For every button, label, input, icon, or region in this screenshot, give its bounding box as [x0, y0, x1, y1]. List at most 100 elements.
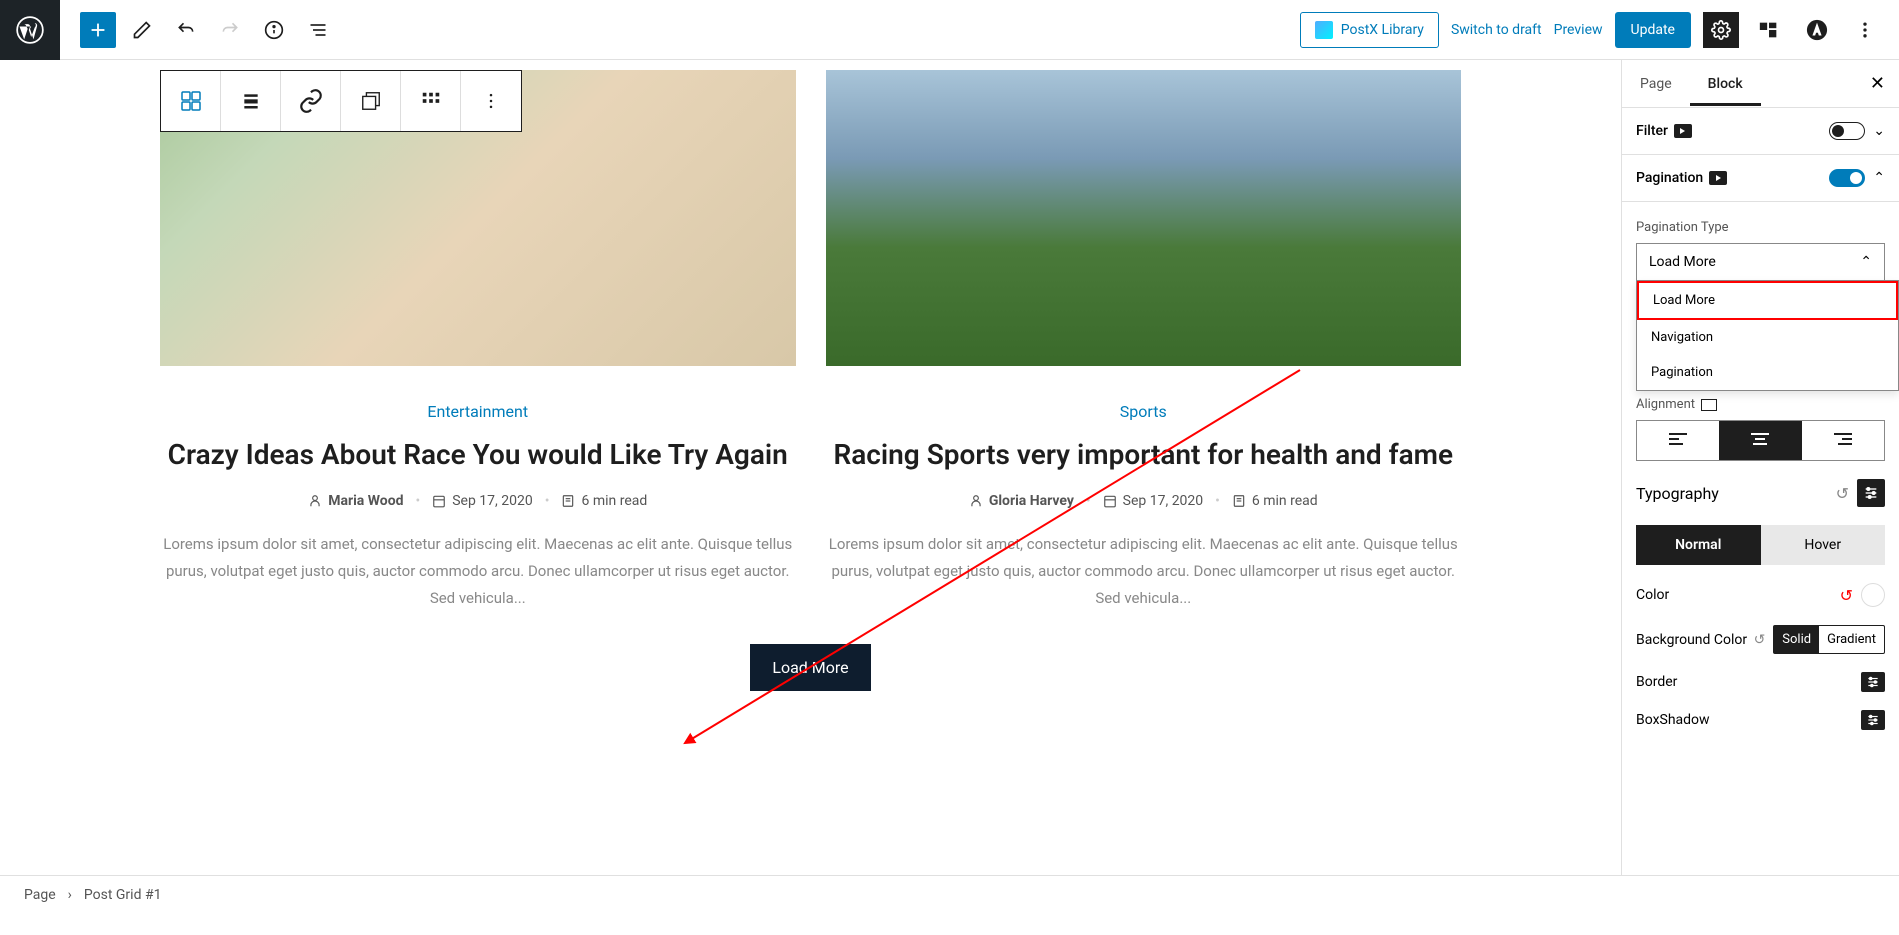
layers-icon[interactable] [341, 71, 401, 131]
more-options-icon[interactable] [461, 71, 521, 131]
undo-icon[interactable] [168, 12, 204, 48]
block-type-icon[interactable] [161, 71, 221, 131]
post-category[interactable]: Entertainment [160, 402, 796, 421]
wordpress-logo[interactable] [0, 0, 60, 60]
author-icon [969, 494, 983, 508]
load-more-button[interactable]: Load More [750, 644, 870, 691]
color-row: Color ↺ [1636, 583, 1885, 607]
calendar-icon [1103, 494, 1117, 508]
settings-icon[interactable] [1703, 12, 1739, 48]
editor-canvas[interactable]: Entertainment Crazy Ideas About Race You… [0, 60, 1621, 875]
bg-solid-button[interactable]: Solid [1774, 626, 1819, 653]
postx-library-button[interactable]: PostX Library [1300, 12, 1439, 48]
post-meta: Gloria Harvey • Sep 17, 2020 • 6 min rea… [826, 493, 1462, 509]
columns-icon[interactable] [401, 71, 461, 131]
color-label: Color [1636, 587, 1669, 603]
calendar-icon [432, 494, 446, 508]
block-toolbar [160, 70, 522, 132]
help-icon[interactable] [1799, 12, 1835, 48]
readtime-icon [561, 494, 575, 508]
info-icon[interactable] [256, 12, 292, 48]
typography-label: Typography [1636, 484, 1719, 503]
state-tabs: Normal Hover [1636, 525, 1885, 565]
post-card: Sports Racing Sports very important for … [826, 70, 1462, 612]
bg-gradient-button[interactable]: Gradient [1819, 626, 1884, 653]
breadcrumb-page[interactable]: Page [24, 887, 56, 903]
sidebar-tabs: Page Block ✕ [1622, 60, 1899, 108]
post-date: Sep 17, 2020 [452, 493, 533, 509]
typography-row: Typography ↺ [1636, 479, 1885, 507]
align-center-button[interactable] [1719, 421, 1801, 460]
redo-icon[interactable] [212, 12, 248, 48]
alignment-control [1636, 420, 1885, 461]
pagination-panel-body: Pagination Type Load More ⌃ Load More Na… [1622, 202, 1899, 742]
pagination-toggle[interactable] [1829, 169, 1865, 187]
layout-icon[interactable] [1751, 12, 1787, 48]
more-icon[interactable] [1847, 12, 1883, 48]
post-meta: Maria Wood • Sep 17, 2020 • 6 min read [160, 493, 796, 509]
tab-block[interactable]: Block [1690, 62, 1761, 106]
settings-sidebar: Page Block ✕ Filter ⌄ Pagination ⌃ Pagin… [1621, 60, 1899, 875]
typography-edit-icon[interactable] [1857, 479, 1885, 507]
dropdown-option-loadmore[interactable]: Load More [1637, 281, 1898, 320]
tab-hover[interactable]: Hover [1761, 525, 1886, 565]
align-left-button[interactable] [1637, 421, 1719, 460]
post-grid-block[interactable]: Entertainment Crazy Ideas About Race You… [160, 70, 1461, 612]
pagination-type-dropdown: Load More Navigation Pagination [1636, 280, 1899, 391]
pagination-label: Pagination [1636, 170, 1703, 186]
play-icon [1709, 171, 1727, 185]
preview-button[interactable]: Preview [1554, 22, 1603, 38]
filter-label: Filter [1636, 123, 1668, 139]
bg-color-label: Background Color [1636, 632, 1747, 648]
edit-icon[interactable] [124, 12, 160, 48]
top-bar: PostX Library Switch to draft Preview Up… [0, 0, 1899, 60]
post-category[interactable]: Sports [826, 402, 1462, 421]
outline-icon[interactable] [300, 12, 336, 48]
pagination-type-select[interactable]: Load More ⌃ [1636, 243, 1885, 281]
reset-icon[interactable]: ↺ [1754, 632, 1766, 648]
chevron-down-icon[interactable]: ⌄ [1873, 123, 1885, 139]
reset-icon[interactable]: ↺ [1840, 586, 1853, 605]
chevron-up-icon: ⌃ [1860, 254, 1872, 270]
boxshadow-edit-icon[interactable] [1861, 710, 1885, 730]
update-button[interactable]: Update [1615, 12, 1691, 48]
post-image [160, 70, 796, 366]
color-swatch[interactable] [1861, 583, 1885, 607]
pagination-panel-header[interactable]: Pagination ⌃ [1622, 155, 1899, 202]
pagination-type-label: Pagination Type [1636, 220, 1885, 235]
filter-panel-header[interactable]: Filter ⌄ [1622, 108, 1899, 155]
post-title: Racing Sports very important for health … [826, 437, 1462, 473]
tab-normal[interactable]: Normal [1636, 525, 1761, 565]
readtime-icon [1232, 494, 1246, 508]
filter-toggle[interactable] [1829, 122, 1865, 140]
tab-page[interactable]: Page [1622, 62, 1690, 106]
breadcrumb-block[interactable]: Post Grid #1 [84, 887, 162, 903]
library-label: PostX Library [1341, 22, 1424, 38]
bg-color-row: Background Color ↺ Solid Gradient [1636, 625, 1885, 654]
device-icon[interactable] [1701, 399, 1717, 411]
library-icon [1315, 21, 1333, 39]
select-value: Load More [1649, 254, 1716, 270]
switch-draft-button[interactable]: Switch to draft [1451, 22, 1542, 38]
dropdown-option-navigation[interactable]: Navigation [1637, 320, 1898, 355]
align-right-button[interactable] [1802, 421, 1884, 460]
bg-type-toggle: Solid Gradient [1773, 625, 1885, 654]
reset-icon[interactable]: ↺ [1836, 484, 1849, 503]
post-excerpt: Lorems ipsum dolor sit amet, consectetur… [826, 531, 1462, 612]
border-label: Border [1636, 674, 1677, 690]
alignment-label: Alignment [1636, 397, 1885, 412]
post-date: Sep 17, 2020 [1123, 493, 1204, 509]
main-content: Entertainment Crazy Ideas About Race You… [0, 60, 1899, 875]
boxshadow-row: BoxShadow [1636, 710, 1885, 730]
post-readtime: 6 min read [1252, 493, 1318, 509]
close-icon[interactable]: ✕ [1856, 73, 1899, 94]
align-icon[interactable] [221, 71, 281, 131]
dropdown-option-pagination[interactable]: Pagination [1637, 355, 1898, 390]
add-block-button[interactable] [80, 12, 116, 48]
border-edit-icon[interactable] [1861, 672, 1885, 692]
border-row: Border [1636, 672, 1885, 692]
chevron-up-icon[interactable]: ⌃ [1873, 170, 1885, 186]
toolbar-left [60, 12, 336, 48]
post-card: Entertainment Crazy Ideas About Race You… [160, 70, 796, 612]
link-icon[interactable] [281, 71, 341, 131]
